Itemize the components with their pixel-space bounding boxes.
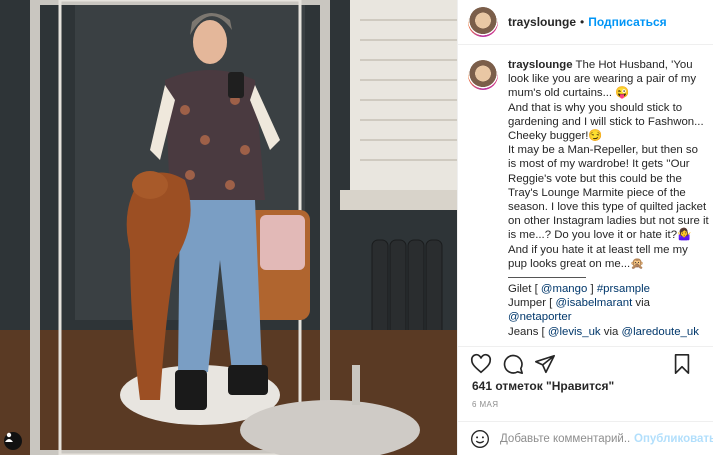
photo-scene [0, 0, 457, 455]
heart-icon[interactable] [470, 353, 492, 375]
post-photo[interactable] [0, 0, 457, 455]
mention-link[interactable]: @laredoute_uk [622, 326, 699, 338]
post-side-panel: trayslounge • Подписаться trayslounge Th… [457, 0, 713, 455]
caption-line: It may be a Man-Repeller, but then so is… [508, 144, 709, 270]
caption-avatar[interactable] [468, 60, 498, 90]
mention-link[interactable]: @mango [541, 283, 587, 295]
caption-area: trayslounge The Hot Husband, 'You look l… [468, 58, 709, 344]
share-icon[interactable] [534, 353, 556, 375]
credit-mid: via [600, 325, 622, 338]
avatar[interactable] [468, 7, 498, 37]
credit-label: Jeans [ [508, 325, 548, 338]
post-date[interactable]: 6 МАЯ [472, 400, 498, 409]
credit-line: @netaporter [508, 310, 709, 324]
publish-button[interactable]: Опубликовать [634, 433, 713, 445]
post-header: trayslounge • Подписаться [458, 0, 713, 45]
caption-line: And that is why you should stick to gard… [508, 101, 704, 143]
separator-dot: • [580, 15, 585, 29]
credit-label: Gilet [ [508, 283, 541, 296]
emoji-icon[interactable] [470, 429, 490, 449]
bookmark-icon[interactable] [671, 353, 693, 375]
credit-label: Jumper [ [508, 297, 556, 310]
credit-joiner: ] [587, 283, 597, 296]
credit-line: Jumper [ @isabelmarant via [508, 296, 709, 310]
mention-link[interactable]: @levis_uk [548, 326, 601, 338]
likes-count[interactable]: 641 отметок "Нравится" [472, 379, 614, 393]
caption-text: trayslounge The Hot Husband, 'You look l… [508, 58, 709, 344]
comment-icon[interactable] [502, 353, 524, 375]
credit-suffix: via [632, 297, 650, 310]
mention-link[interactable]: @isabelmarant [555, 297, 632, 309]
caption-divider [508, 277, 586, 279]
caption-username[interactable]: trayslounge [508, 59, 573, 71]
hashtag-link[interactable]: #prsample [597, 283, 650, 295]
mention-link[interactable]: @netaporter [508, 311, 572, 323]
post-actions [458, 346, 713, 380]
comment-bar: Опубликовать [458, 421, 713, 455]
follow-button[interactable]: Подписаться [588, 15, 666, 29]
credit-line: Jeans [ @levis_uk via @laredoute_uk [508, 325, 709, 339]
credit-line: Gilet [ @mango ] #prsample [508, 282, 709, 296]
comment-input[interactable] [500, 432, 630, 445]
tagged-users-icon[interactable] [4, 432, 22, 450]
caption-paragraph: trayslounge The Hot Husband, 'You look l… [508, 58, 709, 101]
header-username[interactable]: trayslounge [508, 15, 576, 29]
